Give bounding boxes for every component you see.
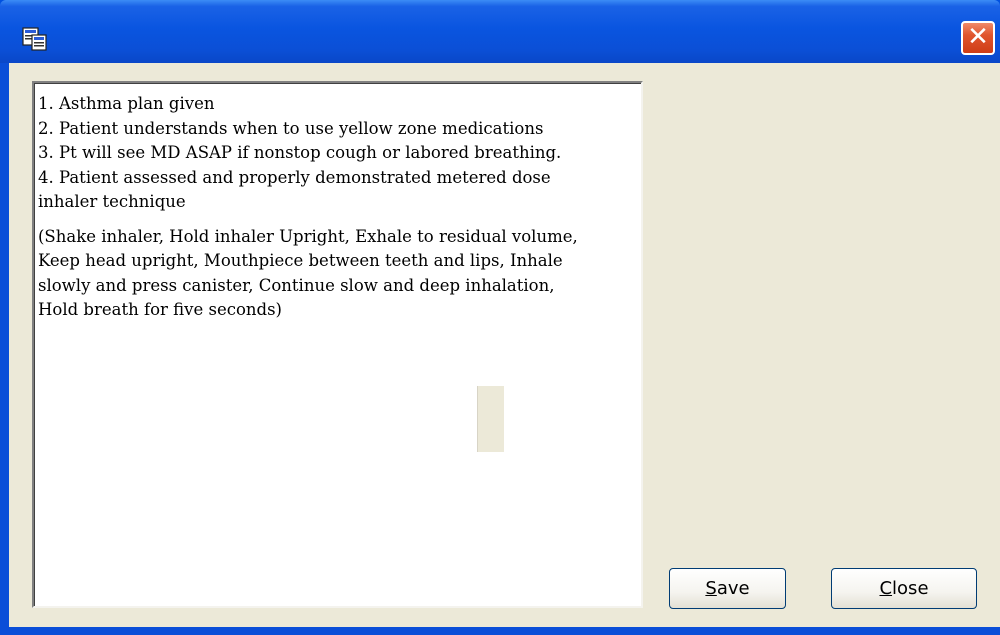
title-bar[interactable]: ✕ — [0, 0, 1000, 63]
notes-window-icon — [22, 27, 47, 51]
client-area: 1. Asthma plan given 2. Patient understa… — [9, 63, 1000, 635]
dialog-window: ✕ 1. Asthma plan given 2. Patient unders… — [0, 0, 1000, 635]
note-paragraph-line: Hold breath for five seconds) — [38, 300, 282, 319]
note-line: 1. Asthma plan given — [38, 94, 215, 113]
save-button[interactable]: Save — [669, 568, 786, 609]
note-paragraph-line: (Shake inhaler, Hold inhaler Upright, Ex… — [38, 226, 578, 246]
close-accelerator: C — [879, 578, 893, 599]
window-frame-bottom — [0, 627, 1000, 635]
note-line: inhaler technique — [38, 192, 186, 211]
notes-textarea[interactable]: 1. Asthma plan given 2. Patient understa… — [32, 81, 643, 608]
note-paragraph-line: Keep head upright, Mouthpiece between te… — [38, 251, 563, 270]
save-label: ave — [716, 578, 750, 599]
note-paragraph-line: slowly and press canister, Continue slow… — [38, 275, 555, 295]
window-frame-left — [0, 63, 9, 635]
note-line: 3. Pt will see MD ASAP if nonstop cough … — [38, 143, 562, 162]
save-accelerator: S — [705, 578, 717, 599]
window-close-button[interactable]: ✕ — [961, 21, 995, 55]
close-button[interactable]: Close — [831, 568, 977, 609]
note-line: 2. Patient understands when to use yello… — [38, 118, 544, 138]
close-icon: ✕ — [967, 22, 989, 52]
close-label: lose — [892, 578, 929, 599]
note-line: 4. Patient assessed and properly demonst… — [38, 167, 551, 187]
scroll-remnant — [477, 386, 504, 452]
